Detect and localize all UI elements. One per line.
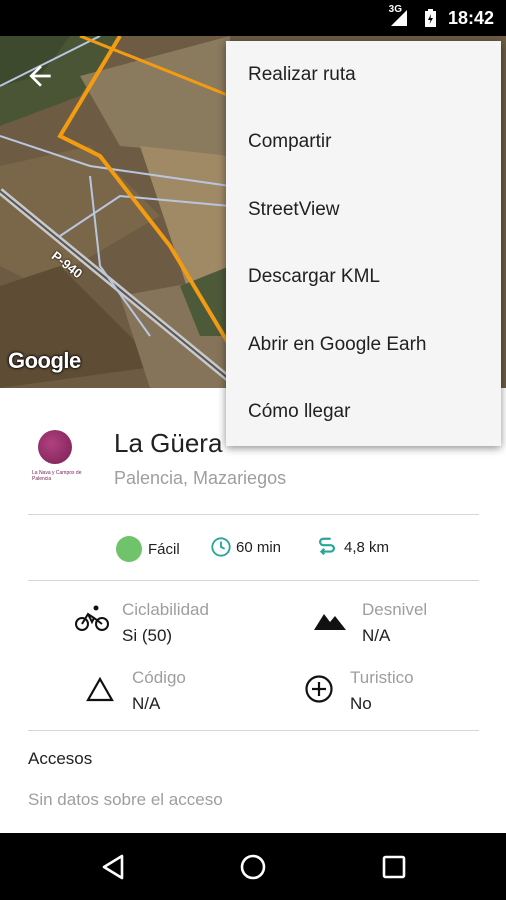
logo-text: La Nava y Campos de Palencia	[32, 470, 82, 482]
add-circle-icon	[305, 675, 333, 703]
codigo-value: N/A	[132, 694, 161, 713]
duration-stat: 60 min	[210, 536, 281, 558]
accesos-description: Sin datos sobre el acceso	[28, 790, 223, 809]
clock-icon	[211, 537, 231, 557]
desnivel-label: Desnivel	[362, 600, 428, 619]
place-title: La Güera	[114, 428, 223, 458]
navigation-bar	[0, 833, 506, 900]
google-attribution: Google	[8, 348, 81, 373]
menu-item-compartir[interactable]: Compartir	[226, 109, 501, 177]
menu-item-streetview[interactable]: StreetView	[226, 176, 501, 244]
back-arrow-icon[interactable]	[24, 60, 56, 92]
menu-item-descargar-kml[interactable]: Descargar KML	[226, 244, 501, 312]
distance-stat: 4,8 km	[316, 536, 389, 558]
distance-route-icon	[319, 537, 335, 556]
menu-item-como-llegar[interactable]: Cómo llegar	[226, 379, 501, 447]
triangle-icon	[86, 676, 114, 702]
place-location: Palencia, Mazariegos	[114, 468, 287, 488]
signal-icon	[391, 10, 407, 26]
divider	[28, 580, 479, 581]
menu-item-realizar-ruta[interactable]: Realizar ruta	[226, 41, 501, 109]
menu-item-google-earth[interactable]: Abrir en Google Earh	[226, 311, 501, 379]
organization-logo: La Nava y Campos de Palencia	[28, 428, 103, 488]
mountain-icon	[314, 614, 346, 630]
accesos-heading: Accesos	[28, 749, 93, 768]
turistico-value: No	[350, 694, 372, 713]
difficulty-value: Fácil	[148, 540, 180, 558]
divider	[28, 514, 479, 515]
difficulty-stat: Fácil	[116, 536, 180, 562]
bicycle-icon	[75, 605, 109, 631]
battery-icon	[425, 9, 436, 27]
difficulty-dot-icon	[116, 536, 142, 562]
turistico-label: Turistico	[350, 668, 414, 687]
desnivel-value: N/A	[362, 626, 391, 645]
recents-square-icon[interactable]	[378, 851, 410, 883]
ciclabilidad-value: Si (50)	[122, 626, 173, 645]
duration-value: 60 min	[236, 538, 282, 556]
status-bar: 3G 18:42	[0, 0, 506, 36]
route-stats: Fácil 60 min 4,8 km	[0, 534, 506, 566]
distance-value: 4,8 km	[344, 538, 390, 556]
back-triangle-icon[interactable]	[98, 851, 130, 883]
clock: 18:42	[447, 8, 494, 28]
home-circle-icon[interactable]	[237, 851, 269, 883]
ciclabilidad-label: Ciclabilidad	[122, 600, 209, 619]
overflow-menu: Realizar ruta Compartir StreetView Desca…	[226, 41, 501, 446]
divider	[28, 730, 479, 731]
codigo-label: Código	[132, 668, 186, 687]
